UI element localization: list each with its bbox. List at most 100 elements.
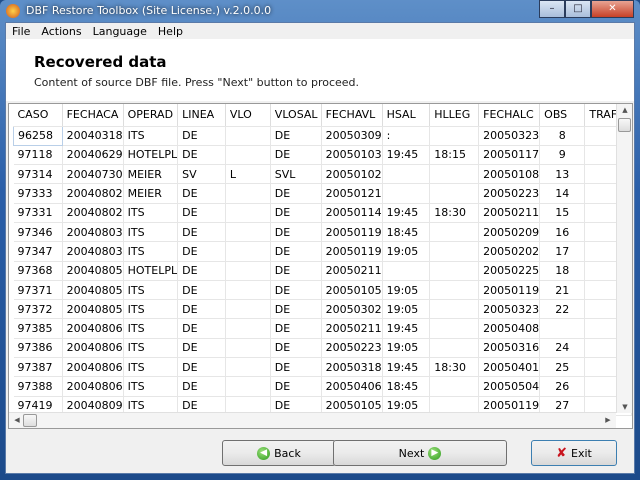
table-cell[interactable]	[429, 164, 480, 185]
table-cell[interactable]: 20050316	[478, 338, 541, 359]
table-cell[interactable]: 18	[539, 261, 586, 281]
table-cell[interactable]: ITS	[123, 126, 179, 146]
table-cell[interactable]: 15	[539, 203, 586, 223]
table-cell[interactable]: 20050323	[478, 126, 541, 146]
table-cell[interactable]	[225, 126, 271, 146]
table-cell[interactable]: 97368	[13, 261, 63, 281]
table-cell[interactable]: DE	[177, 261, 226, 281]
table-cell[interactable]: DE	[270, 357, 322, 378]
scroll-down-icon[interactable]: ▼	[617, 403, 632, 411]
table-cell[interactable]	[429, 222, 480, 243]
table-cell[interactable]	[225, 357, 271, 378]
table-cell[interactable]	[225, 145, 271, 166]
back-button[interactable]: ◀ Back	[222, 440, 336, 466]
table-cell[interactable]: 20040802	[62, 203, 124, 223]
table-cell[interactable]: 20050119	[321, 241, 383, 262]
table-cell[interactable]: 20050103	[321, 145, 383, 166]
table-cell[interactable]: 16	[539, 222, 586, 243]
table-cell[interactable]: 25	[539, 357, 586, 378]
table-cell[interactable]: DE	[177, 299, 226, 320]
table-cell[interactable]	[225, 222, 271, 243]
table-cell[interactable]: 19:45	[382, 203, 431, 223]
table-cell[interactable]	[429, 126, 480, 146]
menu-file[interactable]: File	[6, 23, 35, 39]
table-cell[interactable]: DE	[177, 126, 226, 146]
table-cell[interactable]: 97314	[13, 164, 63, 185]
column-header[interactable]: LINEA	[177, 104, 226, 127]
table-cell[interactable]: DE	[270, 203, 322, 223]
table-cell[interactable]: DE	[177, 280, 226, 301]
table-cell[interactable]: DE	[270, 280, 322, 301]
table-cell[interactable]	[429, 261, 480, 281]
table-cell[interactable]: DE	[177, 145, 226, 166]
table-cell[interactable]	[225, 261, 271, 281]
table-cell[interactable]: 20040805	[62, 299, 124, 320]
column-header[interactable]: VLOSAL	[270, 104, 322, 127]
table-cell[interactable]: 20050211	[321, 261, 383, 281]
table-cell[interactable]: 14	[539, 183, 586, 204]
table-cell[interactable]: ITS	[123, 203, 179, 223]
table-cell[interactable]: ITS	[123, 357, 179, 378]
exit-button[interactable]: ✘ Exit	[531, 440, 617, 466]
table-cell[interactable]: DE	[177, 222, 226, 243]
table-cell[interactable]: 20050108	[478, 164, 541, 185]
table-cell[interactable]: 20050309	[321, 126, 383, 146]
menu-help[interactable]: Help	[152, 23, 188, 39]
table-cell[interactable]: 20050105	[321, 280, 383, 301]
table-cell[interactable]: DE	[270, 261, 322, 281]
table-cell[interactable]: L	[225, 164, 271, 185]
table-cell[interactable]	[382, 183, 431, 204]
table-cell[interactable]	[429, 376, 480, 397]
table-cell[interactable]: 26	[539, 376, 586, 397]
table-cell[interactable]: DE	[177, 318, 226, 339]
table-cell[interactable]: DE	[270, 338, 322, 359]
table-cell[interactable]: :	[382, 126, 431, 146]
table-cell[interactable]	[225, 241, 271, 262]
table-row[interactable]: 97372 20040805 ITS DE DE 20050302 19:05 2005032…	[13, 299, 632, 320]
column-header[interactable]: OPERAD	[123, 104, 179, 127]
table-cell[interactable]: 20040806	[62, 376, 124, 397]
table-cell[interactable]: 19:45	[382, 318, 431, 339]
table-row[interactable]: 97385 20040806 ITS DE DE 20050211 19:45 2005040…	[13, 318, 632, 339]
table-cell[interactable]: 20050121	[321, 183, 383, 204]
table-cell[interactable]: 18:45	[382, 376, 431, 397]
table-cell[interactable]: 20040806	[62, 318, 124, 339]
close-button[interactable]: ✕	[591, 0, 634, 18]
vertical-scroll-thumb[interactable]	[618, 118, 631, 132]
table-cell[interactable]: 20050302	[321, 299, 383, 320]
table-cell[interactable]: 97371	[13, 280, 63, 301]
table-cell[interactable]: 20050119	[478, 280, 541, 301]
horizontal-scrollbar[interactable]: ◀ ▶	[9, 412, 616, 428]
table-cell[interactable]: 97346	[13, 222, 63, 243]
table-cell[interactable]: DE	[177, 338, 226, 359]
table-cell[interactable]	[225, 280, 271, 301]
table-cell[interactable]: DE	[270, 183, 322, 204]
table-cell[interactable]: 18:30	[429, 357, 480, 378]
column-header[interactable]: HSAL	[382, 104, 431, 127]
table-cell[interactable]: 97372	[13, 299, 63, 320]
table-cell[interactable]: DE	[270, 222, 322, 243]
table-cell[interactable]: 20040806	[62, 357, 124, 378]
table-cell[interactable]: 20050119	[321, 222, 383, 243]
table-cell[interactable]: MEIER	[123, 183, 179, 204]
table-cell[interactable]: ITS	[123, 280, 179, 301]
table-cell[interactable]	[429, 241, 480, 262]
table-cell[interactable]: DE	[270, 145, 322, 166]
table-cell[interactable]: ITS	[123, 338, 179, 359]
table-cell[interactable]: DE	[270, 318, 322, 339]
table-cell[interactable]	[429, 338, 480, 359]
table-cell[interactable]: ITS	[123, 241, 179, 262]
table-cell[interactable]: DE	[270, 376, 322, 397]
table-cell[interactable]	[382, 261, 431, 281]
table-cell[interactable]: 19:05	[382, 299, 431, 320]
table-cell[interactable]: 20040730	[62, 164, 124, 185]
table-cell[interactable]	[225, 376, 271, 397]
table-cell[interactable]	[225, 203, 271, 223]
table-row[interactable]: 96258 20040318 ITS DE DE 20050309:20050323 8	[13, 125, 632, 146]
table-cell[interactable]: 19:05	[382, 280, 431, 301]
table-cell[interactable]: 24	[539, 338, 586, 359]
table-row[interactable]: 97368 20040805 HOTELPL DE DE 20050211 20050225…	[13, 261, 632, 281]
table-cell[interactable]	[429, 183, 480, 204]
table-row[interactable]: 97387 20040806 ITS DE DE 20050318 19:45 18:30 20…	[13, 357, 632, 378]
table-row[interactable]: 97331 20040802 ITS DE DE 20050114 19:45 18:30 20…	[13, 203, 632, 223]
